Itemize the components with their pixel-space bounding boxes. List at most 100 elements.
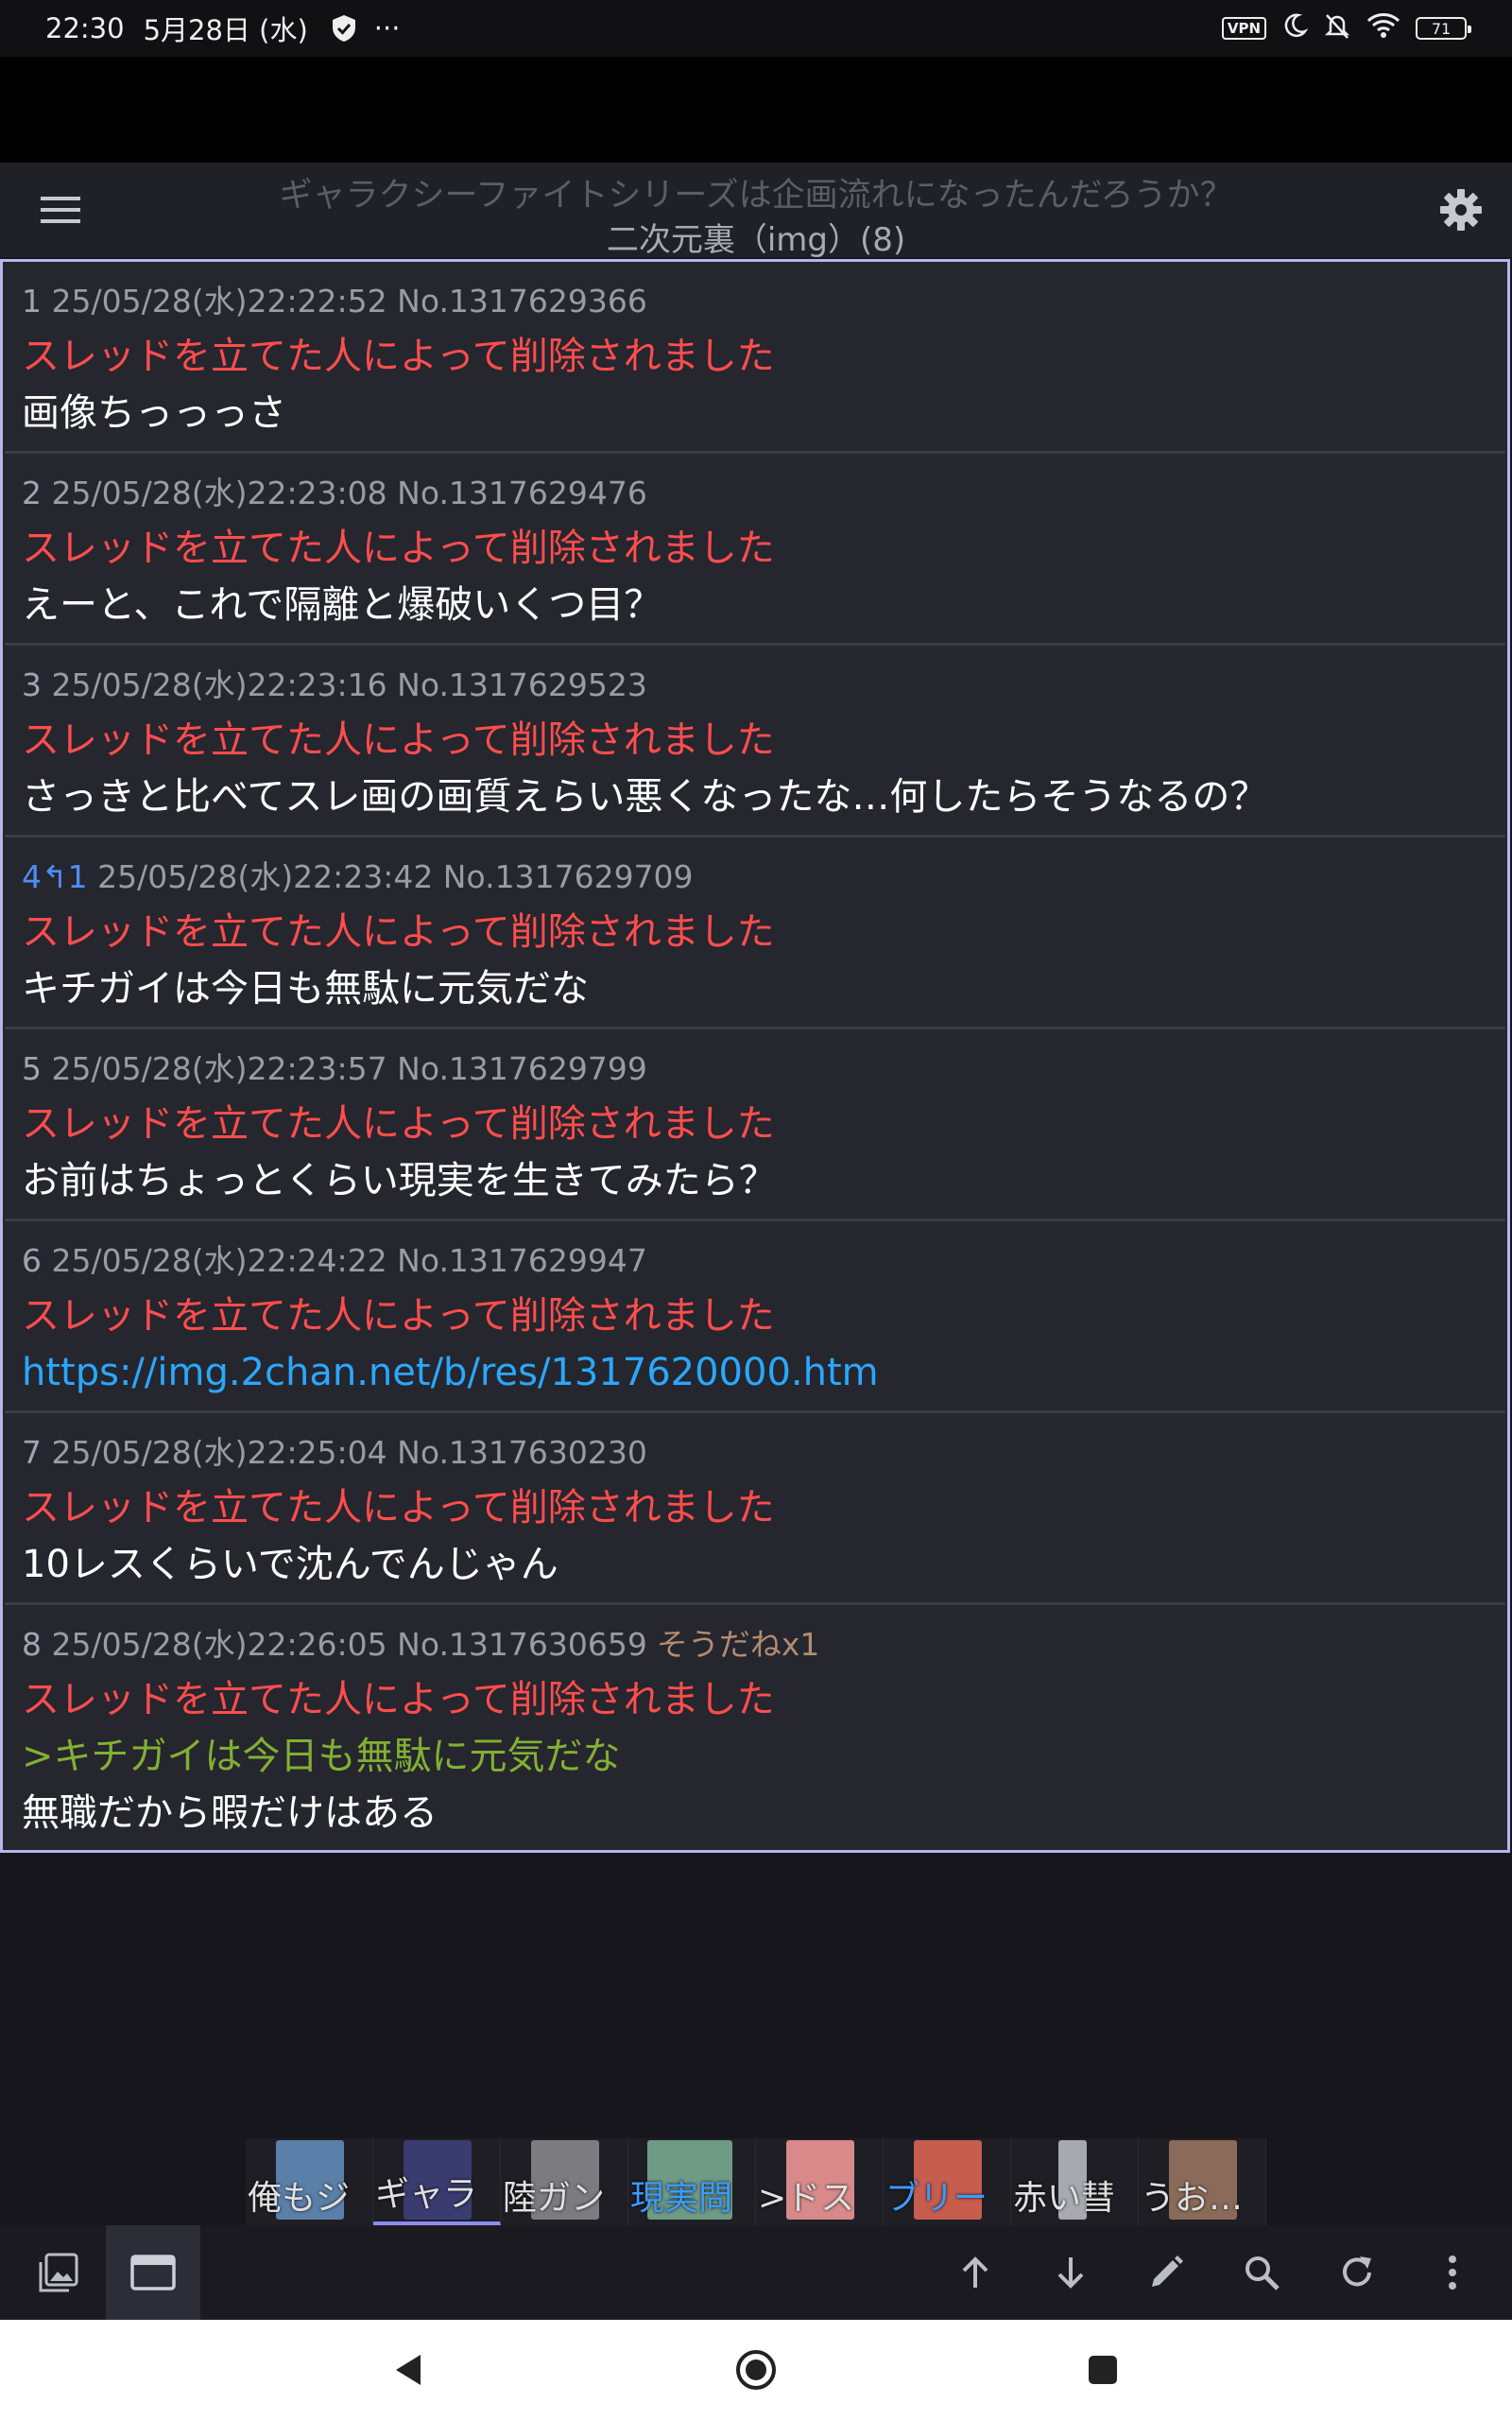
post-meta: 4↰1 25/05/28(水)22:23:42 No.1317629709 <box>22 851 1488 904</box>
wifi-icon <box>1366 12 1400 45</box>
tab-label: うお… <box>1141 2179 1244 2218</box>
tab-label: ギャラ <box>375 2175 478 2214</box>
post-number[interactable]: 8 <box>22 1626 42 1663</box>
post-quote[interactable]: >キチガイは今日も無駄に元気だな <box>22 1728 1488 1785</box>
post-meta: 5 25/05/28(水)22:23:57 No.1317629799 <box>22 1043 1488 1096</box>
post-body: キチガイは今日も無駄に元気だな <box>22 967 589 1011</box>
post-body: お前はちょっとくらい現実を生きてみたら？ <box>22 1159 777 1202</box>
nav-home-button[interactable] <box>723 2339 789 2401</box>
post-meta: 3 25/05/28(水)22:23:16 No.1317629523 <box>22 659 1488 712</box>
post-meta: 8 25/05/28(水)22:26:05 No.1317630659 そうだねx… <box>22 1618 1488 1671</box>
deleted-notice: スレッドを立てた人によって削除されました <box>22 718 775 762</box>
post-link[interactable]: https://img.2chan.net/b/res/1317620000.h… <box>22 1344 1488 1401</box>
thread-tab-strip[interactable]: 俺もジ ギャラ 陸ガン 現実問 >ドス ブリー 赤い彗 うお… <box>246 2138 1266 2225</box>
post-body: 無職だから暇だけはある <box>22 1791 438 1835</box>
post-datetime-id: 25/05/28(水)22:23:42 No.1317629709 <box>87 858 694 895</box>
reply-arrow-icon[interactable]: ↰ <box>42 858 68 895</box>
nav-back-button[interactable] <box>375 2339 441 2401</box>
search-button[interactable] <box>1214 2225 1309 2320</box>
deleted-notice: スレッドを立てた人によって削除されました <box>22 910 775 954</box>
thread-tab[interactable]: 現実問 <box>628 2138 756 2225</box>
battery-icon: 71 <box>1416 17 1471 40</box>
post-number[interactable]: 1 <box>22 283 42 320</box>
post-number[interactable]: 3 <box>22 666 42 703</box>
post-number[interactable]: 7 <box>22 1434 42 1471</box>
window-tabs-button[interactable] <box>106 2225 200 2320</box>
reload-icon <box>1343 2256 1371 2287</box>
post-datetime-id: 25/05/28(水)22:22:52 No.1317629366 <box>42 283 647 320</box>
shield-check-icon <box>331 14 357 43</box>
arrow-down-icon <box>1057 2257 1084 2289</box>
status-right: VPN 71 <box>1221 11 1471 46</box>
tab-label: 現実問 <box>630 2179 733 2218</box>
post-body: 10レスくらいで沈んでんじゃん <box>22 1543 558 1586</box>
hamburger-menu-button[interactable] <box>32 189 89 231</box>
status-date: 5月28日 (水) <box>143 14 308 46</box>
reply-count[interactable]: 1 <box>68 858 88 895</box>
post-2[interactable]: 2 25/05/28(水)22:23:08 No.1317629476 スレッド… <box>5 454 1505 646</box>
thread-tab-active[interactable]: ギャラ <box>373 2138 501 2225</box>
pencil-icon <box>1152 2256 1183 2287</box>
deleted-notice: スレッドを立てた人によって削除されました <box>22 335 775 378</box>
deleted-notice: スレッドを立てた人によって削除されました <box>22 1294 775 1338</box>
deleted-notice: スレッドを立てた人によって削除されました <box>22 527 775 570</box>
thread-tab[interactable]: 陸ガン <box>501 2138 628 2225</box>
post-number[interactable]: 5 <box>22 1050 42 1087</box>
post-number[interactable]: 6 <box>22 1242 42 1279</box>
thread-tab[interactable]: >ドス <box>756 2138 884 2225</box>
thread-tab[interactable]: 俺もジ <box>246 2138 373 2225</box>
post-number[interactable]: 2 <box>22 475 42 511</box>
tab-label: 陸ガン <box>503 2179 606 2218</box>
thread-post-list[interactable]: 1 25/05/28(水)22:22:52 No.1317629366 スレッド… <box>0 259 1510 1853</box>
more-vertical-icon <box>1449 2256 1456 2290</box>
scroll-down-button[interactable] <box>1023 2225 1118 2320</box>
sodane-count[interactable]: そうだねx1 <box>657 1626 820 1663</box>
post-meta: 1 25/05/28(水)22:22:52 No.1317629366 <box>22 275 1488 328</box>
post-4[interactable]: 4↰1 25/05/28(水)22:23:42 No.1317629709 スレ… <box>5 838 1505 1029</box>
image-gallery-icon <box>39 2253 78 2292</box>
deleted-notice: スレッドを立てた人によって削除されました <box>22 1486 775 1530</box>
thread-tab[interactable]: 赤い彗 <box>1011 2138 1139 2225</box>
more-notifications-icon: ··· <box>373 12 401 44</box>
post-body: 画像ちっっっさ <box>22 391 286 435</box>
nav-recents-button[interactable] <box>1070 2339 1136 2401</box>
deleted-notice: スレッドを立てた人によって削除されました <box>22 1678 775 1721</box>
post-datetime-id: 25/05/28(水)22:23:57 No.1317629799 <box>42 1050 647 1087</box>
arrow-up-icon <box>962 2256 988 2288</box>
thread-tab[interactable]: うお… <box>1139 2138 1266 2225</box>
post-datetime-id: 25/05/28(水)22:26:05 No.1317630659 <box>42 1626 647 1663</box>
thread-title: ギャラクシーファイトシリーズは企画流れになったんだろうか？ <box>279 177 1233 215</box>
search-icon <box>1246 2256 1280 2290</box>
tab-label: 俺もジ <box>248 2179 351 2218</box>
settings-button[interactable] <box>1435 183 1487 236</box>
scroll-up-button[interactable] <box>928 2225 1022 2320</box>
vpn-icon: VPN <box>1221 17 1266 40</box>
post-1[interactable]: 1 25/05/28(水)22:22:52 No.1317629366 スレッド… <box>5 262 1505 454</box>
write-post-button[interactable] <box>1119 2225 1213 2320</box>
status-time: 22:30 <box>45 12 125 44</box>
tab-label: ブリー <box>885 2179 988 2218</box>
post-datetime-id: 25/05/28(水)22:23:16 No.1317629523 <box>42 666 647 703</box>
post-7[interactable]: 7 25/05/28(水)22:25:04 No.1317630230 スレッド… <box>5 1413 1505 1605</box>
post-8[interactable]: 8 25/05/28(水)22:26:05 No.1317630659 そうだねx… <box>5 1605 1505 1851</box>
deleted-notice: スレッドを立てた人によって削除されました <box>22 1102 775 1146</box>
post-number[interactable]: 4 <box>22 858 42 895</box>
system-nav-bar <box>0 2320 1512 2420</box>
window-icon <box>130 2255 176 2290</box>
post-5[interactable]: 5 25/05/28(水)22:23:57 No.1317629799 スレッド… <box>5 1029 1505 1221</box>
post-datetime-id: 25/05/28(水)22:25:04 No.1317630230 <box>42 1434 647 1471</box>
image-gallery-button[interactable] <box>11 2225 106 2320</box>
app-root: 22:30 5月28日 (水) ··· VPN 71 ギャラクシーファイトシリー… <box>0 0 1512 2420</box>
more-options-button[interactable] <box>1405 2225 1500 2320</box>
recents-square-icon <box>1089 2356 1117 2384</box>
home-circle-icon <box>736 2350 776 2390</box>
reload-button[interactable] <box>1310 2225 1404 2320</box>
tab-label: 赤い彗 <box>1013 2179 1116 2218</box>
post-meta: 2 25/05/28(水)22:23:08 No.1317629476 <box>22 467 1488 520</box>
thread-tab[interactable]: ブリー <box>884 2138 1011 2225</box>
post-3[interactable]: 3 25/05/28(水)22:23:16 No.1317629523 スレッド… <box>5 646 1505 838</box>
post-6[interactable]: 6 25/05/28(水)22:24:22 No.1317629947 スレッド… <box>5 1221 1505 1413</box>
post-meta: 6 25/05/28(水)22:24:22 No.1317629947 <box>22 1235 1488 1288</box>
top-spacer <box>0 57 1512 163</box>
back-triangle-icon <box>396 2355 421 2385</box>
